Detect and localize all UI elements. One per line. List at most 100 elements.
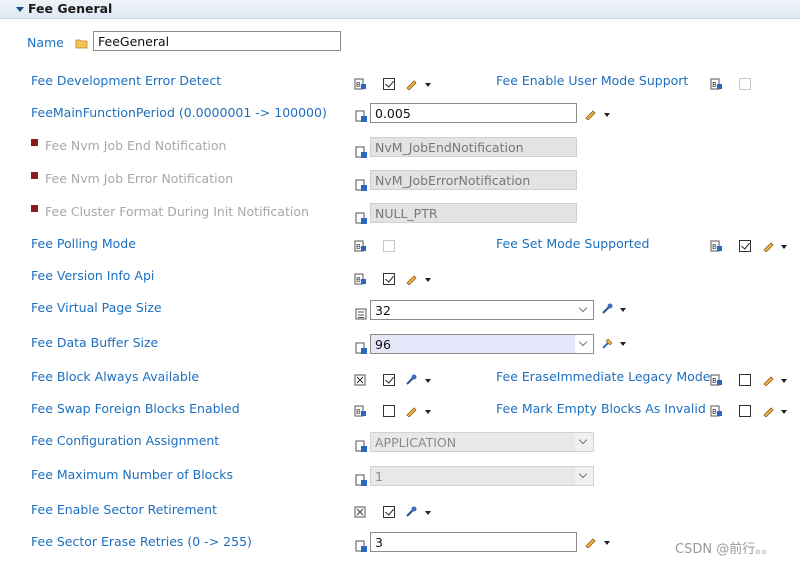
svg-text:B: B [356,243,361,251]
dropdown-arrow-icon[interactable] [620,342,626,346]
max-blocks-value: 1 [375,469,383,484]
pencil-icon[interactable] [762,240,774,252]
dropdown-arrow-icon[interactable] [425,278,431,282]
boolean-param-icon: B [354,273,366,285]
wand-icon[interactable] [405,374,417,386]
folder-icon [75,39,88,49]
chevron-down-icon[interactable] [575,301,593,319]
svg-text:B: B [712,81,717,89]
svg-text:B: B [356,276,361,284]
dropdown-arrow-icon[interactable] [425,511,431,515]
main-function-period-field[interactable]: 0.005 [370,103,577,123]
function-param-icon [355,179,367,191]
config-assignment-select[interactable]: APPLICATION [370,432,594,452]
swap-foreign-blocks-checkbox[interactable] [383,405,395,417]
max-blocks-select[interactable]: 1 [370,466,594,486]
max-blocks-label: Fee Maximum Number of Blocks [31,467,233,482]
boolean-param-icon: B [354,240,366,252]
pencil-icon[interactable] [405,273,417,285]
required-marker-icon [31,172,38,179]
dev-error-detect-checkbox[interactable] [383,78,395,90]
name-label: Name [27,35,64,50]
pencil-icon[interactable] [584,536,596,548]
dropdown-arrow-icon[interactable] [781,245,787,249]
section-header[interactable]: Fee General [0,0,800,19]
data-buffer-size-value: 96 [375,337,391,352]
polling-mode-checkbox[interactable] [383,240,395,252]
set-mode-supported-checkbox[interactable] [739,240,751,252]
svg-text:B: B [712,243,717,251]
dropdown-arrow-icon[interactable] [425,83,431,87]
name-field[interactable]: FeeGeneral [93,31,341,51]
dropdown-arrow-icon[interactable] [781,379,787,383]
data-buffer-size-select[interactable]: 96 [370,334,594,354]
checkmark-icon [741,240,750,250]
nvm-job-end-field[interactable]: NvM_JobEndNotification [370,137,577,157]
dropdown-arrow-icon[interactable] [604,113,610,117]
collapse-triangle-icon[interactable] [16,7,24,12]
user-mode-support-label: Fee Enable User Mode Support [496,73,689,88]
version-info-api-checkbox[interactable] [383,273,395,285]
sector-erase-retries-label: Fee Sector Erase Retries (0 -> 255) [31,534,252,549]
svg-text:B: B [712,377,717,385]
block-always-available-checkbox[interactable] [383,374,395,386]
function-param-icon [355,146,367,158]
dropdown-arrow-icon[interactable] [620,308,626,312]
cluster-format-field[interactable]: NULL_PTR [370,203,577,223]
pencil-icon[interactable] [405,405,417,417]
config-assignment-value: APPLICATION [375,435,457,450]
cluster-format-label: Fee Cluster Format During Init Notificat… [45,204,309,219]
mark-empty-blocks-label: Fee Mark Empty Blocks As Invalid [496,401,706,416]
boolean-param-icon: B [710,240,722,252]
enum-param-icon [355,308,367,320]
version-info-api-label: Fee Version Info Api [31,268,155,283]
checkmark-icon [385,506,394,516]
nvm-job-error-label: Fee Nvm Job Error Notification [45,171,234,186]
x-param-icon [354,374,366,386]
float-param-icon [355,110,367,122]
block-always-available-label: Fee Block Always Available [31,369,200,384]
x-param-icon [354,506,366,518]
checkmark-icon [385,273,394,283]
function-param-icon [355,212,367,224]
watermark: CSDN @前行。。 [675,542,775,557]
boolean-param-icon: B [354,78,366,90]
pencil-icon[interactable] [584,108,596,120]
required-marker-icon [31,139,38,146]
section-title: Fee General [28,1,113,16]
main-function-period-label: FeeMainFunctionPeriod (0.0000001 -> 1000… [31,105,327,120]
wand-icon[interactable] [405,506,417,518]
config-assignment-label: Fee Configuration Assignment [31,433,220,448]
pencil-icon[interactable] [762,374,774,386]
checkmark-icon [385,374,394,384]
required-marker-icon [31,205,38,212]
dropdown-arrow-icon[interactable] [425,379,431,383]
mark-empty-blocks-checkbox[interactable] [739,405,751,417]
dropdown-arrow-icon[interactable] [425,410,431,414]
erase-immediate-label: Fee EraseImmediate Legacy Mode [496,369,711,384]
chevron-down-icon[interactable] [575,335,593,353]
erase-immediate-checkbox[interactable] [739,374,751,386]
dev-error-detect-label: Fee Development Error Detect [31,73,222,88]
boolean-param-icon: B [710,78,722,90]
dropdown-arrow-icon[interactable] [781,410,787,414]
sector-erase-retries-field[interactable]: 3 [370,532,577,552]
user-mode-support-checkbox[interactable] [739,78,751,90]
virtual-page-size-select[interactable]: 32 [370,300,594,320]
sector-retirement-checkbox[interactable] [383,506,395,518]
dropdown-arrow-icon[interactable] [604,541,610,545]
checkmark-icon [385,78,394,88]
boolean-param-icon: B [710,405,722,417]
swap-foreign-blocks-label: Fee Swap Foreign Blocks Enabled [31,401,240,416]
sector-retirement-label: Fee Enable Sector Retirement [31,502,218,517]
svg-text:B: B [356,81,361,89]
nvm-job-error-field[interactable]: NvM_JobErrorNotification [370,170,577,190]
chevron-down-icon[interactable] [575,467,593,485]
pencil-icon[interactable] [405,78,417,90]
svg-text:B: B [356,408,361,416]
wand-icon[interactable] [601,303,613,315]
set-mode-supported-label: Fee Set Mode Supported [496,236,650,251]
edit-wand-icon[interactable] [601,337,613,349]
pencil-icon[interactable] [762,405,774,417]
chevron-down-icon[interactable] [575,433,593,451]
